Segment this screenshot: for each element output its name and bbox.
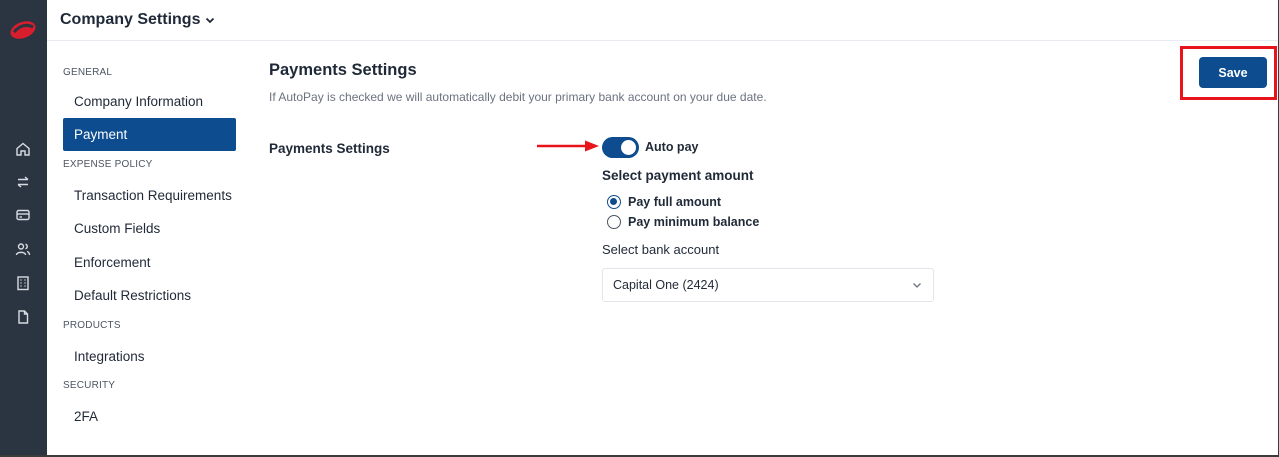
sidebar-item-company-information[interactable]: Company Information <box>63 85 236 118</box>
page-description: If AutoPay is checked we will automatica… <box>269 90 767 104</box>
card-icon[interactable] <box>13 205 33 225</box>
users-icon[interactable] <box>13 239 33 259</box>
app-rail <box>0 0 47 457</box>
section-security: SECURITY <box>63 380 116 391</box>
sidebar-item-label: Payment <box>74 127 128 142</box>
home-icon[interactable] <box>13 139 33 159</box>
sidebar-item-label: Company Information <box>74 94 204 109</box>
company-settings-dropdown[interactable]: Company Settings <box>60 11 216 29</box>
sidebar-item-label: Default Restrictions <box>74 288 192 303</box>
brand-logo[interactable] <box>8 18 38 42</box>
sidebar-item-integrations[interactable]: Integrations <box>63 340 236 373</box>
building-icon[interactable] <box>13 273 33 293</box>
payment-amount-heading: Select payment amount <box>602 168 754 183</box>
bank-account-heading: Select bank account <box>602 242 720 257</box>
sidebar-item-enforcement[interactable]: Enforcement <box>63 246 236 279</box>
section-general: GENERAL <box>63 67 113 78</box>
sidebar-item-label: Integrations <box>74 349 145 364</box>
sidebar-item-transaction-requirements[interactable]: Transaction Requirements <box>63 179 236 212</box>
radio-label: Pay minimum balance <box>628 215 760 229</box>
autopay-toggle[interactable] <box>602 137 639 158</box>
radio-pay-minimum-balance[interactable]: Pay minimum balance <box>607 215 759 229</box>
autopay-label: Auto pay <box>645 140 699 154</box>
radio-button[interactable] <box>607 215 621 229</box>
sidebar-item-label: Enforcement <box>74 255 151 270</box>
sidebar-item-label: 2FA <box>74 409 99 424</box>
sidebar-item-label: Transaction Requirements <box>74 188 232 203</box>
sidebar-item-2fa[interactable]: 2FA <box>63 400 236 433</box>
section-expense-policy: EXPENSE POLICY <box>63 159 153 170</box>
chevron-down-icon <box>913 283 921 288</box>
sidebar-item-payment[interactable]: Payment <box>63 118 236 151</box>
sidebar-item-label: Custom Fields <box>74 221 161 236</box>
company-settings-label: Company Settings <box>60 11 201 28</box>
document-icon[interactable] <box>13 307 33 327</box>
section-products: PRODUCTS <box>63 320 121 331</box>
sidebar-item-custom-fields[interactable]: Custom Fields <box>63 212 236 245</box>
top-bar: Company Settings <box>47 0 1279 41</box>
transfer-icon[interactable] <box>13 172 33 192</box>
annotation-arrow <box>537 140 599 152</box>
payments-settings-label: Payments Settings <box>269 141 390 156</box>
radio-pay-full-amount[interactable]: Pay full amount <box>607 195 721 209</box>
bank-account-select[interactable]: Capital One (2424) <box>602 268 934 302</box>
sidebar-item-default-restrictions[interactable]: Default Restrictions <box>63 279 236 312</box>
toggle-knob <box>621 140 636 155</box>
radio-button[interactable] <box>607 195 621 209</box>
page-title: Payments Settings <box>269 61 417 79</box>
chevron-down-icon <box>206 17 215 24</box>
bank-account-value: Capital One (2424) <box>613 278 719 292</box>
radio-label: Pay full amount <box>628 195 722 209</box>
save-button[interactable]: Save <box>1199 57 1267 88</box>
